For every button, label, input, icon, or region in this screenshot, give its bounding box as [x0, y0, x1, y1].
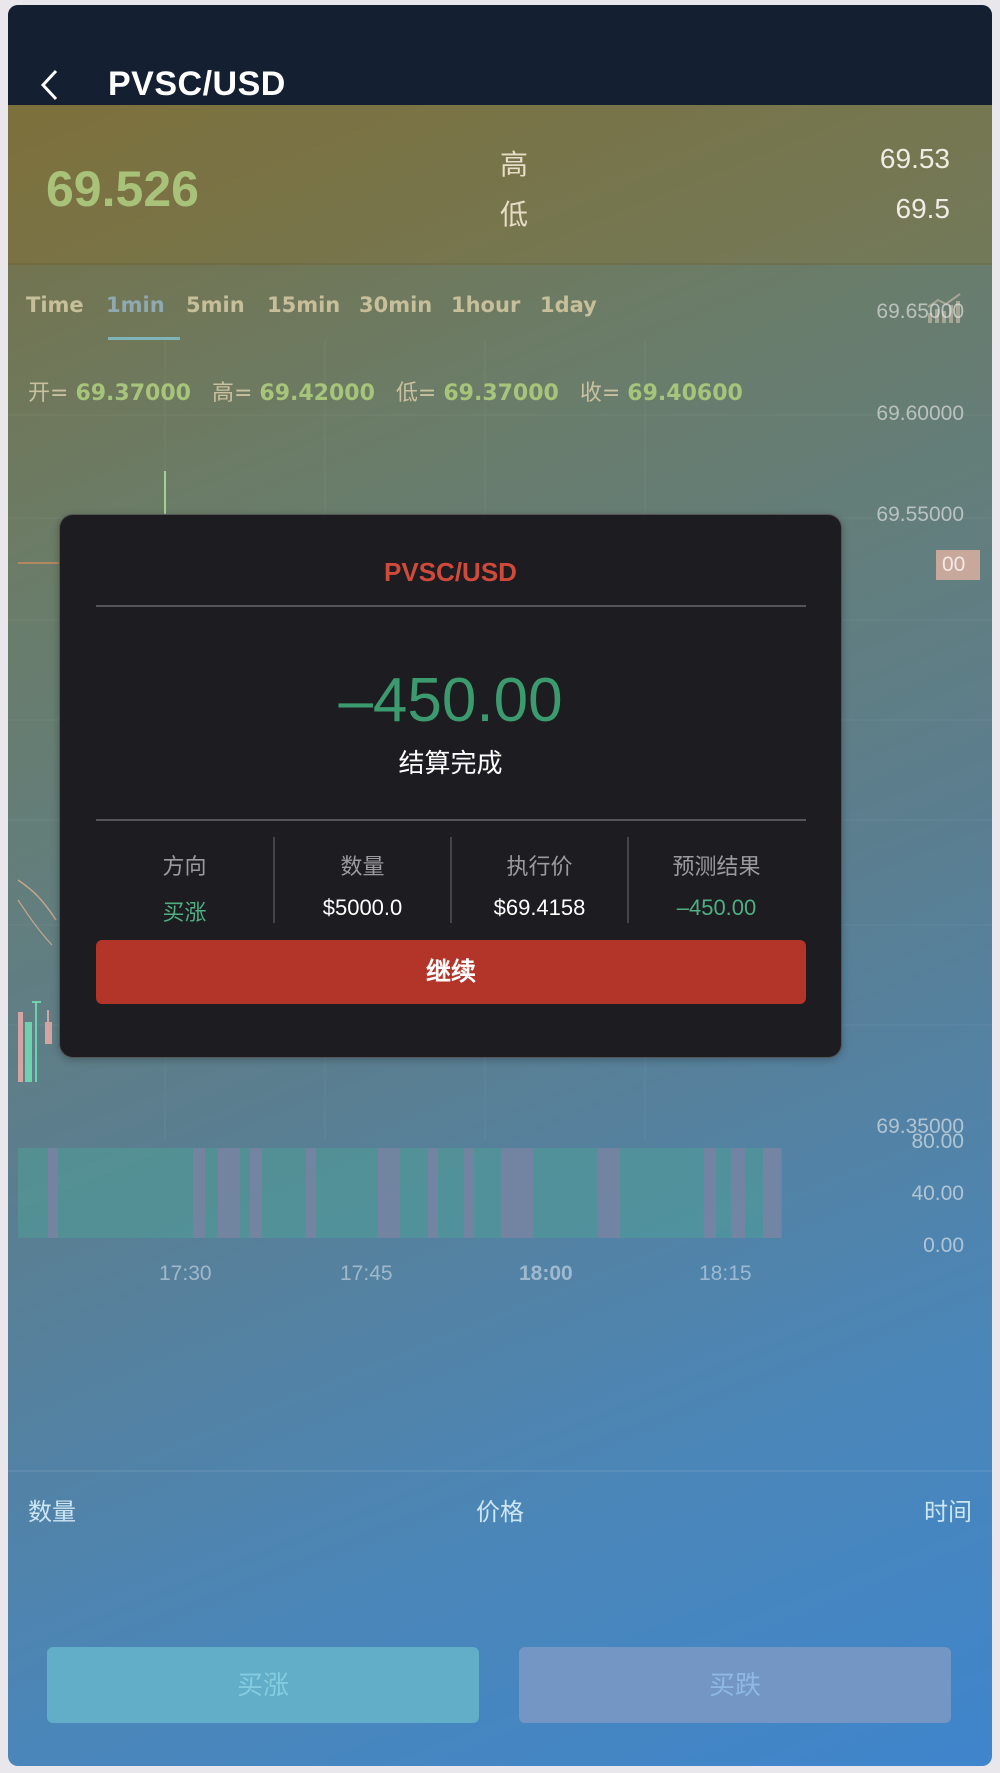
- open-label: 开=: [28, 381, 69, 406]
- app-screen: PVSC/USD 69.526 高 69.53 低 69.5 Time 1min…: [8, 5, 992, 1766]
- back-icon[interactable]: [38, 67, 68, 107]
- price-panel: 69.526 高 69.53 低 69.5: [8, 105, 992, 265]
- time-axis-label: 17:45: [340, 1262, 393, 1285]
- high-value: 69.53: [879, 143, 950, 174]
- top-bar: PVSC/USD: [8, 5, 992, 105]
- column-quantity: 数量: [28, 1499, 76, 1526]
- buy-up-button[interactable]: 买涨: [47, 1647, 479, 1723]
- result-label: 预测结果: [672, 854, 761, 879]
- profit-loss-amount: –450.00: [338, 666, 563, 735]
- tab-5min[interactable]: 5min: [186, 293, 245, 317]
- low-label: 低: [500, 199, 529, 230]
- dialog-title: PVSC/USD: [384, 557, 517, 587]
- volume-bars: [18, 1148, 782, 1238]
- low-label: 低=: [395, 381, 437, 406]
- interval-tabs: Time 1min 5min 15min 30min 1hour 1day: [8, 265, 992, 340]
- time-axis-label: 18:00: [519, 1262, 573, 1285]
- trade-list-header: 数量 价格 时间: [8, 1470, 992, 1530]
- ohlc-readout: 开= 69.37000 高= 69.42000 低= 69.37000 收= 6…: [28, 375, 757, 407]
- volume-axis-label: 40.00: [911, 1182, 964, 1205]
- tab-15min[interactable]: 15min: [267, 293, 340, 317]
- strike-value: $69.4158: [493, 895, 586, 920]
- tab-1min[interactable]: 1min: [106, 293, 165, 317]
- volume-axis-label: 80.00: [911, 1130, 964, 1153]
- low-value: 69.5: [895, 193, 951, 224]
- info-quantity: 数量 $5000.0: [273, 837, 450, 923]
- info-direction: 方向 买涨: [96, 837, 273, 925]
- high-value: 69.42000: [259, 381, 375, 406]
- result-value: –450.00: [676, 895, 757, 920]
- quantity-value: $5000.0: [322, 895, 403, 920]
- tab-time[interactable]: Time: [26, 293, 84, 317]
- price-axis-label: 69.55000: [876, 503, 964, 526]
- settlement-dialog: PVSC/USD –450.00 结算完成 方向 买涨 数量 $5000.0 执…: [59, 514, 842, 1058]
- direction-value: 买涨: [162, 900, 207, 925]
- direction-label: 方向: [162, 854, 207, 879]
- close-value: 69.40600: [627, 381, 743, 406]
- buy-down-button[interactable]: 买跌: [519, 1647, 951, 1723]
- current-price-tag: 00: [936, 550, 980, 580]
- column-price: 价格: [476, 1499, 524, 1526]
- last-price: 69.526: [46, 161, 199, 217]
- open-value: 69.37000: [75, 381, 191, 406]
- low-value: 69.37000: [443, 381, 559, 406]
- strike-label: 执行价: [506, 854, 573, 879]
- tab-1day[interactable]: 1day: [540, 293, 597, 317]
- tab-1hour[interactable]: 1hour: [451, 293, 520, 317]
- price-axis-label: 69.60000: [876, 402, 964, 425]
- price-axis-label: 69.65000: [876, 300, 964, 323]
- settlement-status: 结算完成: [398, 748, 503, 778]
- info-result: 预测结果 –450.00: [627, 837, 804, 923]
- divider: [96, 605, 806, 607]
- time-axis-label: 17:30: [159, 1262, 212, 1285]
- column-time: 时间: [924, 1499, 972, 1526]
- time-axis-label: 18:15: [699, 1262, 752, 1285]
- continue-button[interactable]: 继续: [96, 940, 806, 1004]
- divider: [96, 819, 806, 821]
- close-label: 收=: [579, 381, 621, 406]
- tab-30min[interactable]: 30min: [359, 293, 432, 317]
- high-label: 高: [500, 149, 529, 180]
- volume-axis-label: 0.00: [923, 1234, 964, 1257]
- high-label: 高=: [211, 381, 253, 406]
- info-strike-price: 执行价 $69.4158: [450, 837, 627, 923]
- page-title: PVSC/USD: [108, 65, 286, 103]
- quantity-label: 数量: [340, 854, 385, 879]
